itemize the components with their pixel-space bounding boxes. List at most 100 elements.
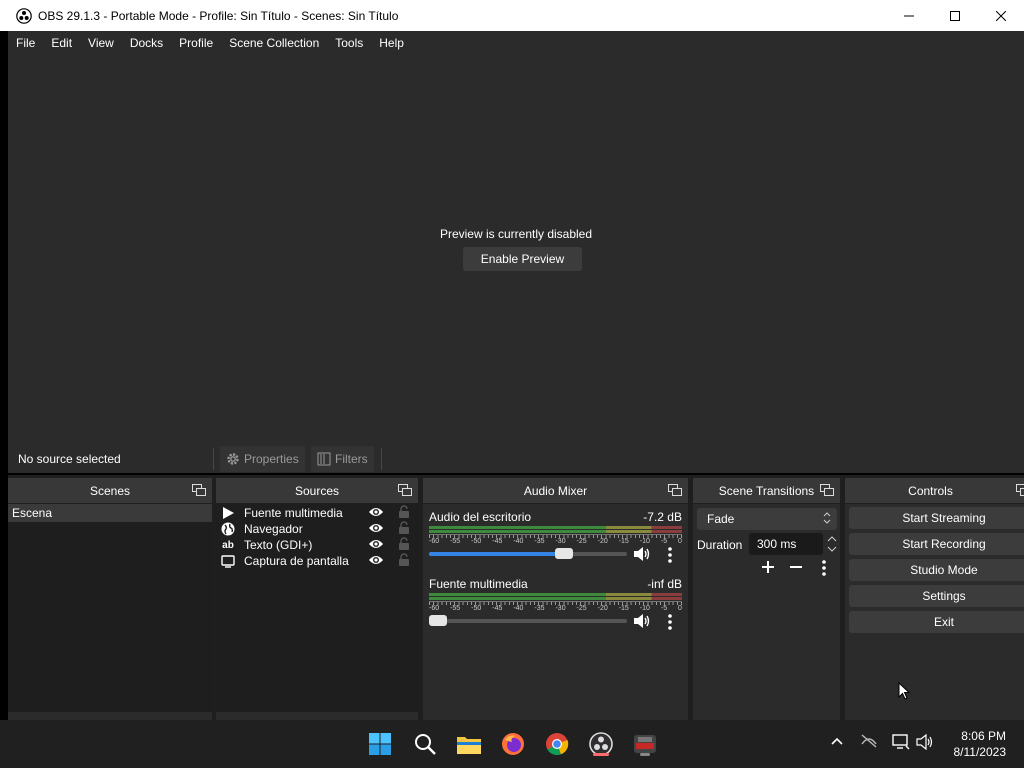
visibility-eye-icon[interactable]: [368, 554, 384, 569]
divider: [381, 448, 382, 470]
volume-slider[interactable]: [429, 548, 627, 559]
sources-title: Sources: [294, 483, 340, 498]
undock-icon[interactable]: [820, 484, 834, 499]
duration-input[interactable]: 300 ms: [749, 533, 823, 555]
enable-preview-button[interactable]: Enable Preview: [463, 247, 582, 271]
source-item[interactable]: Captura de pantalla: [216, 553, 418, 569]
menu-docks[interactable]: Docks: [122, 31, 171, 55]
volume-meter: [429, 526, 682, 538]
network-offline-icon[interactable]: [860, 734, 878, 751]
start-icon[interactable]: [366, 730, 394, 758]
source-item[interactable]: Fuente multimedia: [216, 505, 418, 521]
monitor-icon: [220, 554, 236, 568]
firefox-icon[interactable]: [499, 730, 527, 758]
chevron-updown-icon: [823, 510, 831, 533]
undock-icon[interactable]: [192, 484, 206, 499]
search-icon[interactable]: [411, 730, 439, 758]
undock-icon[interactable]: [668, 484, 682, 499]
minimize-button[interactable]: [886, 0, 932, 31]
controls-body: Start Streaming Start Recording Studio M…: [845, 504, 1024, 720]
mouse-cursor-icon: [898, 681, 911, 703]
source-label: Navegador: [244, 522, 303, 536]
dock-title: Audio Mixer: [423, 478, 688, 504]
menu-profile[interactable]: Profile: [171, 31, 221, 55]
divider: [213, 448, 214, 470]
speaker-icon[interactable]: [633, 613, 651, 632]
filters-button[interactable]: Filters: [311, 446, 374, 472]
system-clock[interactable]: 8:06 PM 8/11/2023: [954, 728, 1007, 760]
lock-icon[interactable]: [398, 537, 410, 554]
lock-icon[interactable]: [398, 553, 410, 570]
game-app-icon[interactable]: [631, 730, 659, 758]
lock-icon[interactable]: [398, 521, 410, 538]
settings-button[interactable]: Settings: [849, 585, 1024, 607]
play-icon: [220, 507, 236, 519]
window-title: OBS 29.1.3 - Portable Mode - Profile: Si…: [38, 8, 399, 23]
audio-mixer-body: Audio del escritorio -7.2 dB -60 -55 -50 -4…: [423, 504, 688, 720]
lock-icon[interactable]: [398, 505, 410, 522]
chevron-up-icon[interactable]: [830, 734, 844, 751]
menu-edit[interactable]: Edit: [43, 31, 80, 55]
file-explorer-icon[interactable]: [455, 730, 483, 758]
transition-select[interactable]: Fade: [697, 508, 837, 530]
speaker-icon[interactable]: [633, 546, 651, 565]
more-options-icon[interactable]: [821, 560, 827, 579]
remove-icon[interactable]: [789, 560, 803, 577]
sources-list: Fuente multimedia Navegador ab Texto (GD…: [216, 504, 418, 720]
track-name: Audio del escritorio: [429, 510, 532, 524]
source-label: Captura de pantalla: [244, 554, 349, 568]
source-label: Texto (GDI+): [244, 538, 313, 552]
mixer-toolbar: [423, 712, 688, 720]
start-streaming-button[interactable]: Start Streaming: [849, 507, 1024, 529]
menu-file[interactable]: File: [8, 31, 43, 55]
dock-title: Scenes: [8, 478, 212, 504]
track-level: -7.2 dB: [643, 510, 682, 524]
exit-button[interactable]: Exit: [849, 611, 1024, 633]
menu-help[interactable]: Help: [371, 31, 412, 55]
track-name: Fuente multimedia: [429, 577, 528, 591]
title-bar: OBS 29.1.3 - Portable Mode - Profile: Si…: [0, 0, 1024, 31]
scene-transitions-body: Fade Duration 300 ms: [693, 504, 840, 720]
sources-dock: Sources Fuente multimedia Navegador ab T…: [216, 478, 418, 720]
audio-mixer-title: Audio Mixer: [523, 483, 588, 498]
source-label: Fuente multimedia: [244, 506, 343, 520]
chrome-icon[interactable]: [543, 730, 571, 758]
visibility-eye-icon[interactable]: [368, 538, 384, 553]
active-indicator: [593, 753, 609, 756]
filter-icon: [317, 452, 331, 466]
more-options-icon[interactable]: [667, 614, 673, 633]
volume-slider-fill: [429, 552, 564, 556]
scenes-toolbar: [8, 712, 212, 720]
menu-view[interactable]: View: [80, 31, 122, 55]
start-recording-button[interactable]: Start Recording: [849, 533, 1024, 555]
volume-slider[interactable]: [429, 615, 627, 626]
undock-icon[interactable]: [1016, 484, 1024, 499]
speaker-icon[interactable]: [916, 733, 934, 753]
dock-title: Sources: [216, 478, 418, 504]
properties-button[interactable]: Properties: [220, 446, 305, 472]
duration-spinner[interactable]: [825, 533, 839, 555]
clock-time: 8:06 PM: [961, 729, 1006, 743]
menu-tools[interactable]: Tools: [327, 31, 371, 55]
menu-scene-collection[interactable]: Scene Collection: [221, 31, 327, 55]
duration-label: Duration: [697, 538, 743, 552]
volume-slider-handle[interactable]: [429, 615, 447, 626]
close-button[interactable]: [978, 0, 1024, 31]
network-icon[interactable]: [892, 734, 910, 753]
scenes-title: Scenes: [89, 483, 131, 498]
more-options-icon[interactable]: [667, 547, 673, 566]
volume-slider-handle[interactable]: [555, 548, 573, 559]
add-icon[interactable]: [761, 560, 775, 577]
visibility-eye-icon[interactable]: [368, 522, 384, 537]
studio-mode-button[interactable]: Studio Mode: [849, 559, 1024, 581]
sources-toolbar: [216, 712, 418, 720]
menu-bar: File Edit View Docks Profile Scene Colle…: [8, 31, 1024, 55]
source-item[interactable]: Navegador: [216, 521, 418, 537]
undock-icon[interactable]: [398, 484, 412, 499]
maximize-button[interactable]: [932, 0, 978, 31]
source-item[interactable]: ab Texto (GDI+): [216, 537, 418, 553]
dock-title: Controls: [845, 478, 1024, 504]
obs-icon[interactable]: [587, 730, 615, 758]
visibility-eye-icon[interactable]: [368, 506, 384, 521]
scene-item[interactable]: Escena: [8, 504, 212, 522]
